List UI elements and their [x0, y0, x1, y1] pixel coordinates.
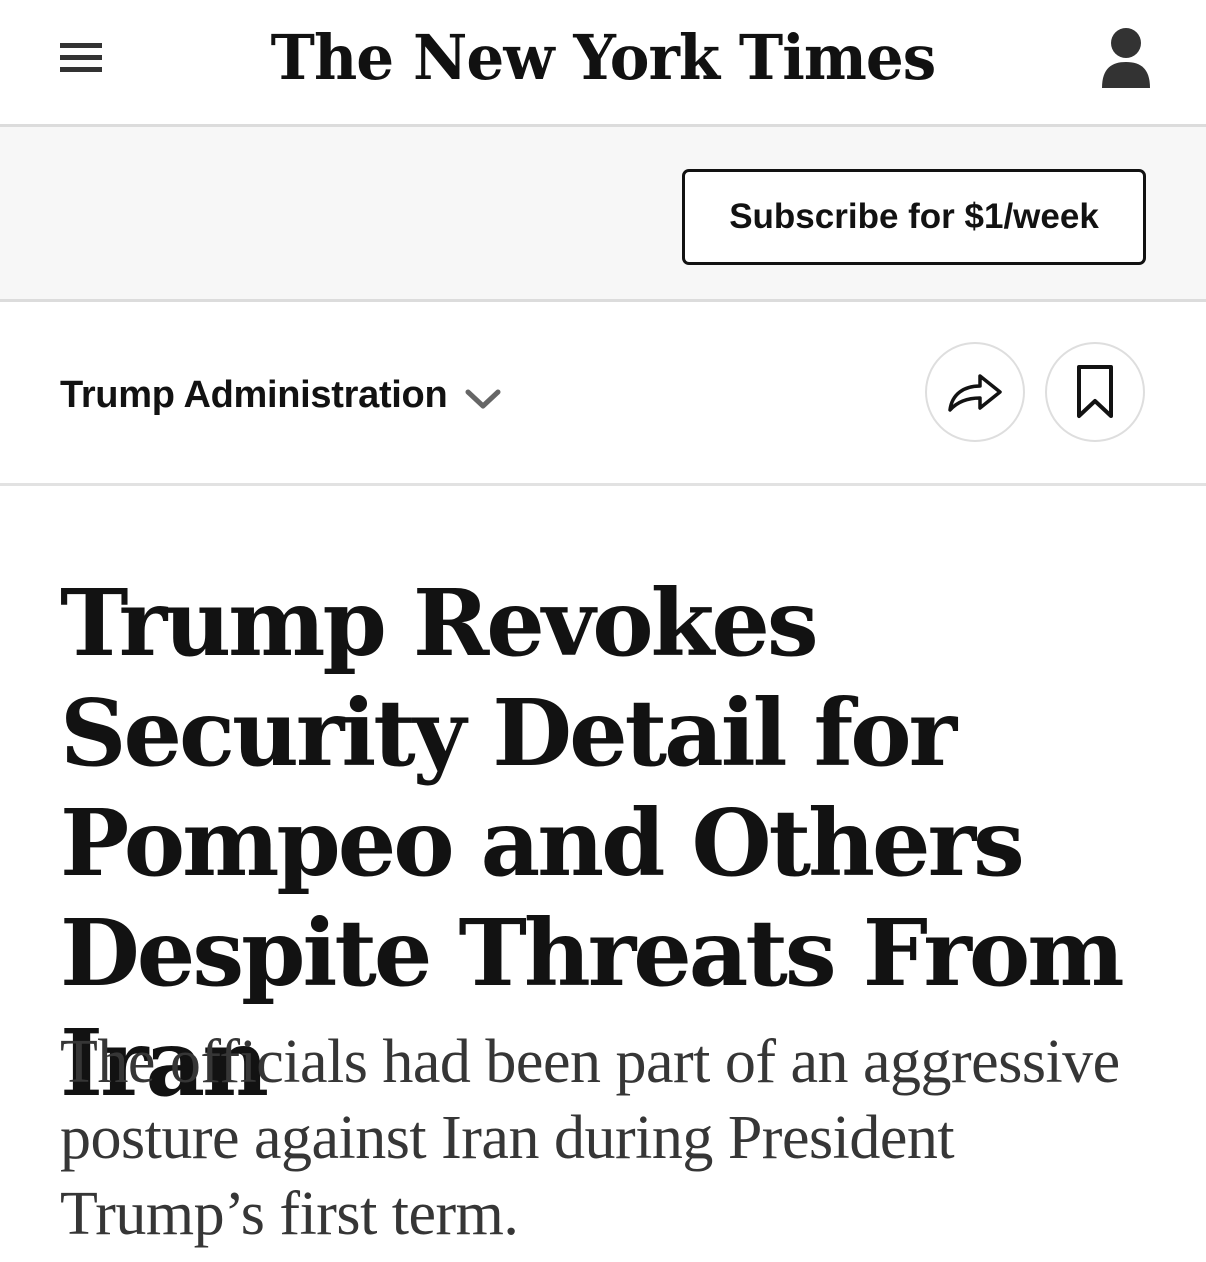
chevron-down-icon	[465, 389, 501, 409]
section-label: Trump Administration	[60, 373, 448, 416]
section-dropdown[interactable]: Trump Administration	[60, 370, 501, 420]
share-button[interactable]	[925, 342, 1025, 442]
article-summary: The officials had been part of an aggres…	[60, 1028, 1120, 1248]
bookmark-button[interactable]	[1045, 342, 1145, 442]
masthead: The New York Times	[0, 0, 1206, 127]
nyt-logo[interactable]: The New York Times	[24, 18, 1182, 98]
subscribe-bar: Subscribe for $1/week	[0, 127, 1206, 302]
bookmark-icon	[1077, 365, 1113, 418]
share-arrow-icon	[948, 374, 1002, 412]
section-bar: Trump Administration	[0, 302, 1206, 486]
user-account-icon[interactable]	[1100, 28, 1152, 90]
subscribe-button[interactable]: Subscribe for $1/week	[682, 169, 1146, 265]
